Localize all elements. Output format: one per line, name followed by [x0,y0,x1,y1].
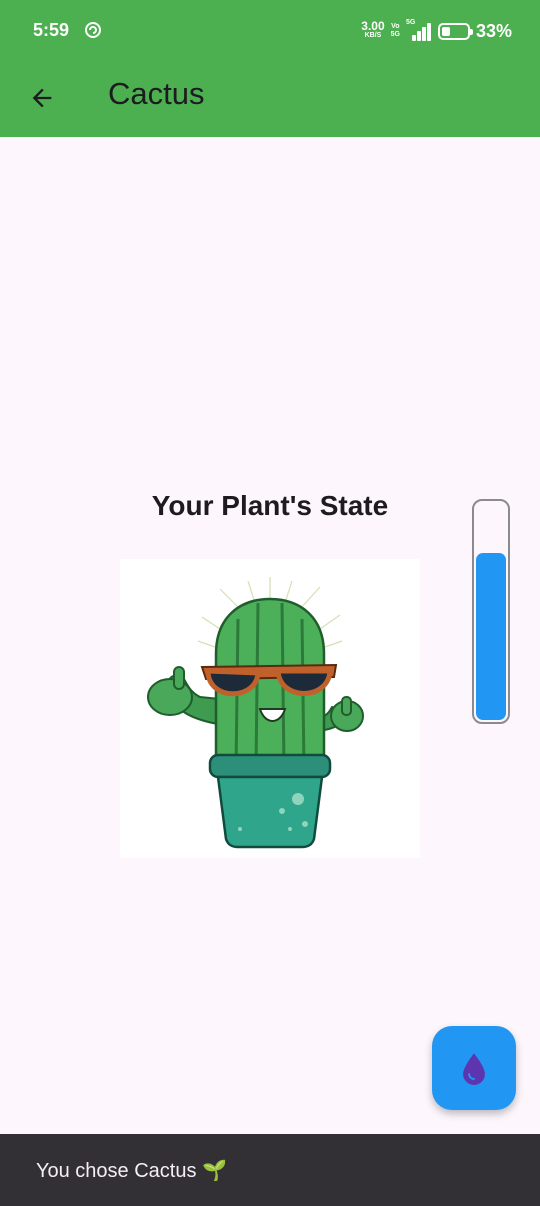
water-plant-button[interactable] [432,1026,516,1110]
battery-icon [437,22,473,40]
battery-percent: 33% [475,20,512,41]
app-notification-icon [85,22,101,38]
status-bar: 5:59 3.00 KB/S Vo 5G 5G 33% [0,0,540,60]
app-bar: Cactus [0,60,540,137]
water-level-fill [476,553,506,720]
signal-tag: 5G [405,19,416,26]
status-indicators: 3.00 KB/S Vo 5G 5G 33% [361,18,512,44]
snackbar-message: You chose Cactus 🌱 [36,1159,227,1182]
status-time: 5:59 [33,20,70,40]
back-button[interactable] [20,76,64,120]
water-level-gauge [472,499,510,724]
signal-strength-icon: 5G [405,19,432,41]
plant-state-title: Your Plant's State [151,490,389,521]
cactus-illustration [147,577,364,849]
plant-image [120,559,420,858]
network-speed: 3.00 KB/S [361,19,385,39]
arrow-left-icon [32,88,52,108]
snackbar: You chose Cactus 🌱 [0,1134,540,1206]
water-drop-icon [463,1053,485,1085]
volte-indicator: Vo 5G [390,23,400,38]
page-title: Cactus [108,76,205,111]
